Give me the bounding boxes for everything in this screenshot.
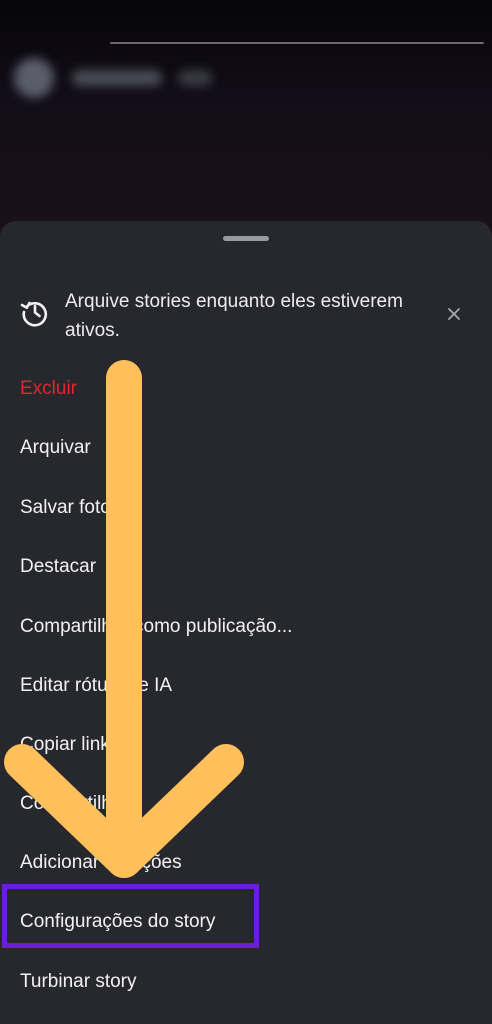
story-progress-bar	[110, 42, 484, 44]
story-timestamp-blurred	[178, 70, 212, 86]
menu-item-turbinar-story[interactable]: Turbinar story	[20, 962, 470, 1002]
history-icon	[20, 301, 48, 327]
arrow-down-icon	[4, 360, 244, 878]
story-background	[0, 0, 492, 240]
story-username-blurred[interactable]	[72, 70, 162, 86]
avatar[interactable]	[14, 58, 54, 98]
archive-banner: Arquive stories enquanto eles estiverem …	[0, 287, 492, 347]
archive-banner-text: Arquive stories enquanto eles estiverem …	[65, 291, 403, 341]
sheet-drag-handle[interactable]	[223, 236, 269, 241]
close-icon[interactable]	[446, 306, 462, 322]
